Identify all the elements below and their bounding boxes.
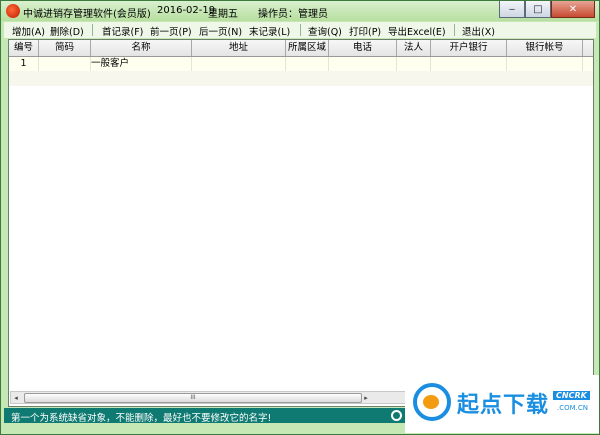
- exit-button[interactable]: 退出(X): [462, 24, 495, 38]
- scroll-thumb[interactable]: III: [24, 393, 362, 403]
- toolbar-separator: [300, 24, 301, 36]
- minimize-icon: ‒: [508, 3, 516, 15]
- column-header-bank[interactable]: 开户银行: [431, 40, 507, 56]
- maximize-icon: □: [533, 3, 543, 15]
- cell-account: [507, 57, 583, 71]
- cell-region: [286, 57, 329, 71]
- cell-legal-person: [397, 57, 431, 71]
- app-title: 中诚进销存管理软件(会员版): [23, 9, 151, 20]
- toolbar: 增加(A) 删除(D) 首记录(F) 前一页(P) 后一页(N) 末记录(L) …: [4, 22, 596, 38]
- column-header-region[interactable]: 所属区域: [286, 40, 329, 56]
- watermark-text: 起点下载: [457, 393, 550, 418]
- prev-page-button[interactable]: 前一页(P): [150, 24, 192, 38]
- close-icon: ✕: [568, 3, 578, 15]
- window-controls: ‒ □ ✕: [499, 1, 595, 19]
- cell-phone: [329, 57, 397, 71]
- operator-label: 操作员：管理员: [258, 9, 328, 20]
- last-record-button[interactable]: 末记录(L): [249, 24, 290, 38]
- column-header-legal-person[interactable]: 法人: [397, 40, 431, 56]
- first-record-button[interactable]: 首记录(F): [102, 24, 143, 38]
- column-header-address[interactable]: 地址: [192, 40, 286, 56]
- add-button[interactable]: 增加(A): [12, 24, 45, 38]
- horizontal-scrollbar[interactable]: ◂ III ▸: [10, 391, 422, 404]
- app-logo-icon: [6, 4, 20, 18]
- cell-address: [192, 57, 286, 71]
- current-date: 2016-02-19: [157, 5, 216, 16]
- watermark-domain: .COM.CN: [557, 404, 589, 412]
- close-button[interactable]: ✕: [551, 1, 595, 18]
- export-excel-button[interactable]: 导出Excel(E): [388, 24, 446, 38]
- empty-row: [9, 71, 593, 86]
- grid-header: 编号 简码 名称 地址 所属区域 电话 法人 开户银行 银行帐号: [9, 40, 593, 57]
- title-bar[interactable]: 中诚进销存管理软件(会员版) 2016-02-19 星期五 操作员：管理员 ‒ …: [1, 1, 599, 21]
- current-weekday: 星期五: [208, 9, 238, 20]
- delete-button[interactable]: 删除(D): [50, 24, 84, 38]
- cell-bank: [431, 57, 507, 71]
- app-window: 中诚进销存管理软件(会员版) 2016-02-19 星期五 操作员：管理员 ‒ …: [0, 0, 600, 435]
- scroll-left-icon[interactable]: ◂: [11, 392, 21, 403]
- print-button[interactable]: 打印(P): [349, 24, 381, 38]
- column-header-id[interactable]: 编号: [9, 40, 39, 56]
- status-indicator-icon: [391, 410, 402, 421]
- customer-grid[interactable]: 编号 简码 名称 地址 所属区域 电话 法人 开户银行 银行帐号 1 一般客户 …: [8, 39, 594, 407]
- query-button[interactable]: 查询(Q): [308, 24, 342, 38]
- column-header-name[interactable]: 名称: [91, 40, 192, 56]
- table-row[interactable]: 1 一般客户: [9, 57, 593, 71]
- minimize-button[interactable]: ‒: [499, 1, 525, 18]
- watermark-logo: 起点下载 CNCRK .COM.CN: [405, 375, 599, 433]
- maximize-button[interactable]: □: [525, 1, 551, 18]
- scroll-right-icon[interactable]: ▸: [361, 392, 371, 403]
- watermark-emblem-icon: [413, 383, 451, 421]
- cell-id: 1: [9, 57, 39, 71]
- cell-name: 一般客户: [91, 57, 192, 71]
- column-header-account[interactable]: 银行帐号: [507, 40, 583, 56]
- watermark-brand: CNCRK: [553, 391, 590, 400]
- column-header-code[interactable]: 简码: [39, 40, 91, 56]
- cell-code: [39, 57, 91, 71]
- toolbar-separator: [454, 24, 455, 36]
- status-message: 第一个为系统缺省对象，不能删除，最好也不要修改它的名字!: [11, 413, 272, 424]
- toolbar-separator: [92, 24, 93, 36]
- column-header-phone[interactable]: 电话: [329, 40, 397, 56]
- next-page-button[interactable]: 后一页(N): [199, 24, 242, 38]
